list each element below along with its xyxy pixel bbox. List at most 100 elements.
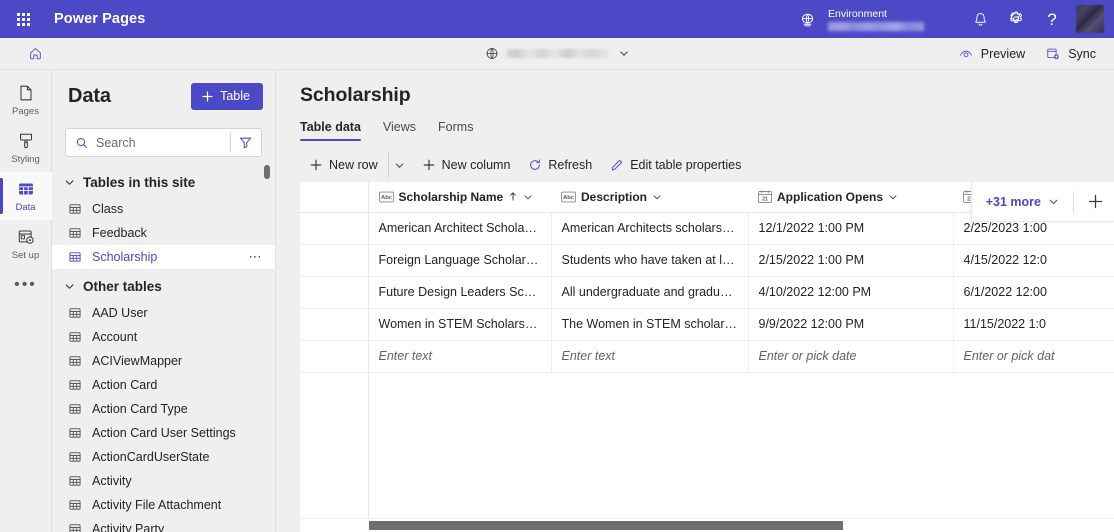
sidebar-table-aad-user[interactable]: AAD User [52, 301, 275, 325]
new-table-button[interactable]: Table [191, 82, 263, 110]
tab-views[interactable]: Views [383, 116, 428, 142]
sync-button[interactable]: Sync [1037, 42, 1104, 66]
filter-button[interactable] [232, 129, 259, 156]
tree-group-other-tables[interactable]: Other tables [52, 271, 275, 301]
cell-application-opens[interactable]: 2/15/2022 1:00 PM [748, 244, 954, 277]
sidebar-table-account[interactable]: Account [52, 325, 275, 349]
new-cell-application-opens[interactable]: Enter or pick date [748, 340, 954, 373]
cell-scholarship-name[interactable]: Women in STEM Scholarship [368, 308, 552, 341]
environment-label: Environment [828, 7, 887, 20]
cell-application-opens[interactable]: 12/1/2022 1:00 PM [748, 212, 954, 245]
globe-icon [486, 48, 498, 59]
rail-item-data[interactable]: Data [0, 172, 52, 220]
new-row-placeholder[interactable]: Enter text Enter text Enter or pick date… [300, 340, 1114, 373]
preview-button[interactable]: Preview [950, 42, 1033, 66]
user-avatar[interactable] [1076, 5, 1104, 33]
sidebar-table-action-card-user-settings[interactable]: Action Card User Settings [52, 421, 275, 445]
row-select-cell[interactable] [300, 276, 369, 309]
chevron-down-icon [620, 51, 628, 56]
new-cell-description[interactable]: Enter text [551, 340, 749, 373]
sidebar-table-scholarship[interactable]: Scholarship ⋯ [52, 245, 275, 269]
cell-scholarship-name[interactable]: Future Design Leaders Scholarship [368, 276, 552, 309]
row-select-cell[interactable] [300, 308, 369, 341]
table-icon [66, 250, 83, 264]
more-columns-button[interactable]: +31 more [984, 191, 1067, 213]
search-box [65, 128, 262, 157]
row-select-cell[interactable] [300, 244, 369, 277]
sidebar-table-actioncarduserstate[interactable]: ActionCardUserState [52, 445, 275, 469]
new-cell-scholarship-name[interactable]: Enter text [368, 340, 552, 373]
page-icon [19, 85, 32, 101]
tab-forms[interactable]: Forms [438, 116, 485, 142]
cell-application-deadline[interactable]: 6/1/2022 12:00 [953, 276, 1114, 309]
new-row-button[interactable]: New row [300, 151, 387, 179]
environment-selector[interactable]: Environment [828, 0, 924, 38]
cell-description[interactable]: American Architects scholarship is... [551, 212, 749, 245]
column-header-scholarship-name[interactable]: Abc Scholarship Name [368, 182, 551, 213]
environment-globe-button[interactable] [792, 0, 822, 38]
rail-overflow-button[interactable]: ••• [0, 268, 52, 302]
svg-text:Abc: Abc [563, 195, 575, 201]
chevron-down-icon [889, 195, 897, 200]
grid-horizontal-scrollbar-thumb[interactable] [369, 521, 843, 530]
rail-item-setup[interactable]: Set up [0, 220, 52, 268]
sidebar-table-class[interactable]: Class [52, 197, 275, 221]
new-row-dropdown-button[interactable] [387, 151, 410, 179]
table-row[interactable]: Foreign Language Scholarship Students wh… [300, 244, 1114, 277]
cell-application-opens[interactable]: 4/10/2022 12:00 PM [748, 276, 954, 309]
new-column-button[interactable]: New column [413, 151, 520, 179]
sidebar-table-action-card[interactable]: Action Card [52, 373, 275, 397]
cell-scholarship-name[interactable]: Foreign Language Scholarship [368, 244, 552, 277]
row-select-cell[interactable] [300, 212, 369, 245]
table-icon [66, 354, 83, 368]
data-sidebar-header: Data Table [52, 70, 275, 122]
plus-icon [202, 90, 213, 102]
cell-description[interactable]: The Women in STEM scholarship i... [551, 308, 749, 341]
rail-item-pages[interactable]: Pages [0, 76, 52, 124]
gear-icon [1009, 11, 1023, 23]
sidebar-table-action-card-type[interactable]: Action Card Type [52, 397, 275, 421]
new-cell-application-deadline[interactable]: Enter or pick dat [953, 340, 1114, 373]
settings-button[interactable] [998, 0, 1034, 38]
sidebar-scrollbar-thumb[interactable] [264, 165, 270, 179]
sidebar-table-label: ActionCardUserState [92, 450, 210, 464]
more-ellipsis-icon: ••• [14, 276, 37, 293]
table-row[interactable]: Women in STEM Scholarship The Women in S… [300, 308, 1114, 341]
sidebar-table-label: Action Card User Settings [92, 426, 236, 440]
sidebar-table-aciviewmapper[interactable]: ACIViewMapper [52, 349, 275, 373]
search-input[interactable] [96, 135, 229, 150]
cell-description[interactable]: All undergraduate and graduate s... [551, 276, 749, 309]
grid-horizontal-scrollbar[interactable] [300, 518, 1114, 532]
sidebar-table-activity-party[interactable]: Activity Party [52, 517, 275, 532]
sidebar-table-label: Scholarship [92, 250, 158, 264]
sidebar-table-label: Action Card Type [92, 402, 188, 416]
sidebar-table-activity-file-attachment[interactable]: Activity File Attachment [52, 493, 275, 517]
power-pages-app: Power Pages Environment ? Preview Sync P… [0, 0, 1114, 532]
add-column-button[interactable] [1080, 187, 1110, 217]
edit-table-properties-button[interactable]: Edit table properties [601, 151, 750, 179]
refresh-button[interactable]: Refresh [519, 151, 601, 179]
cell-description[interactable]: Students who have taken at least ... [551, 244, 749, 277]
tab-table-data[interactable]: Table data [300, 116, 373, 142]
cell-application-deadline[interactable]: 11/15/2022 1:0 [953, 308, 1114, 341]
row-select-cell[interactable] [300, 340, 369, 373]
sidebar-table-feedback[interactable]: Feedback [52, 221, 275, 245]
data-grid-body: American Architect Scholarship American … [300, 212, 1114, 373]
sidebar-table-activity[interactable]: Activity [52, 469, 275, 493]
notifications-button[interactable] [962, 0, 998, 38]
rail-item-styling[interactable]: Styling [0, 124, 52, 172]
sidebar-table-more-button[interactable]: ⋯ [245, 250, 268, 263]
table-row[interactable]: Future Design Leaders Scholarship All un… [300, 276, 1114, 309]
cell-scholarship-name[interactable]: American Architect Scholarship [368, 212, 552, 245]
home-button[interactable] [20, 40, 50, 68]
app-launcher-button[interactable] [6, 2, 40, 36]
select-all-header[interactable] [300, 182, 369, 213]
table-icon [66, 522, 83, 532]
tree-group-tables-in-this-site[interactable]: Tables in this site [52, 167, 275, 197]
cell-application-deadline[interactable]: 4/15/2022 12:0 [953, 244, 1114, 277]
column-header-application-opens[interactable]: 21 Application Opens [748, 182, 953, 213]
column-header-description[interactable]: Abc Description [551, 182, 748, 213]
site-selector[interactable] [481, 41, 634, 67]
help-button[interactable]: ? [1034, 0, 1070, 38]
cell-application-opens[interactable]: 9/9/2022 12:00 PM [748, 308, 954, 341]
